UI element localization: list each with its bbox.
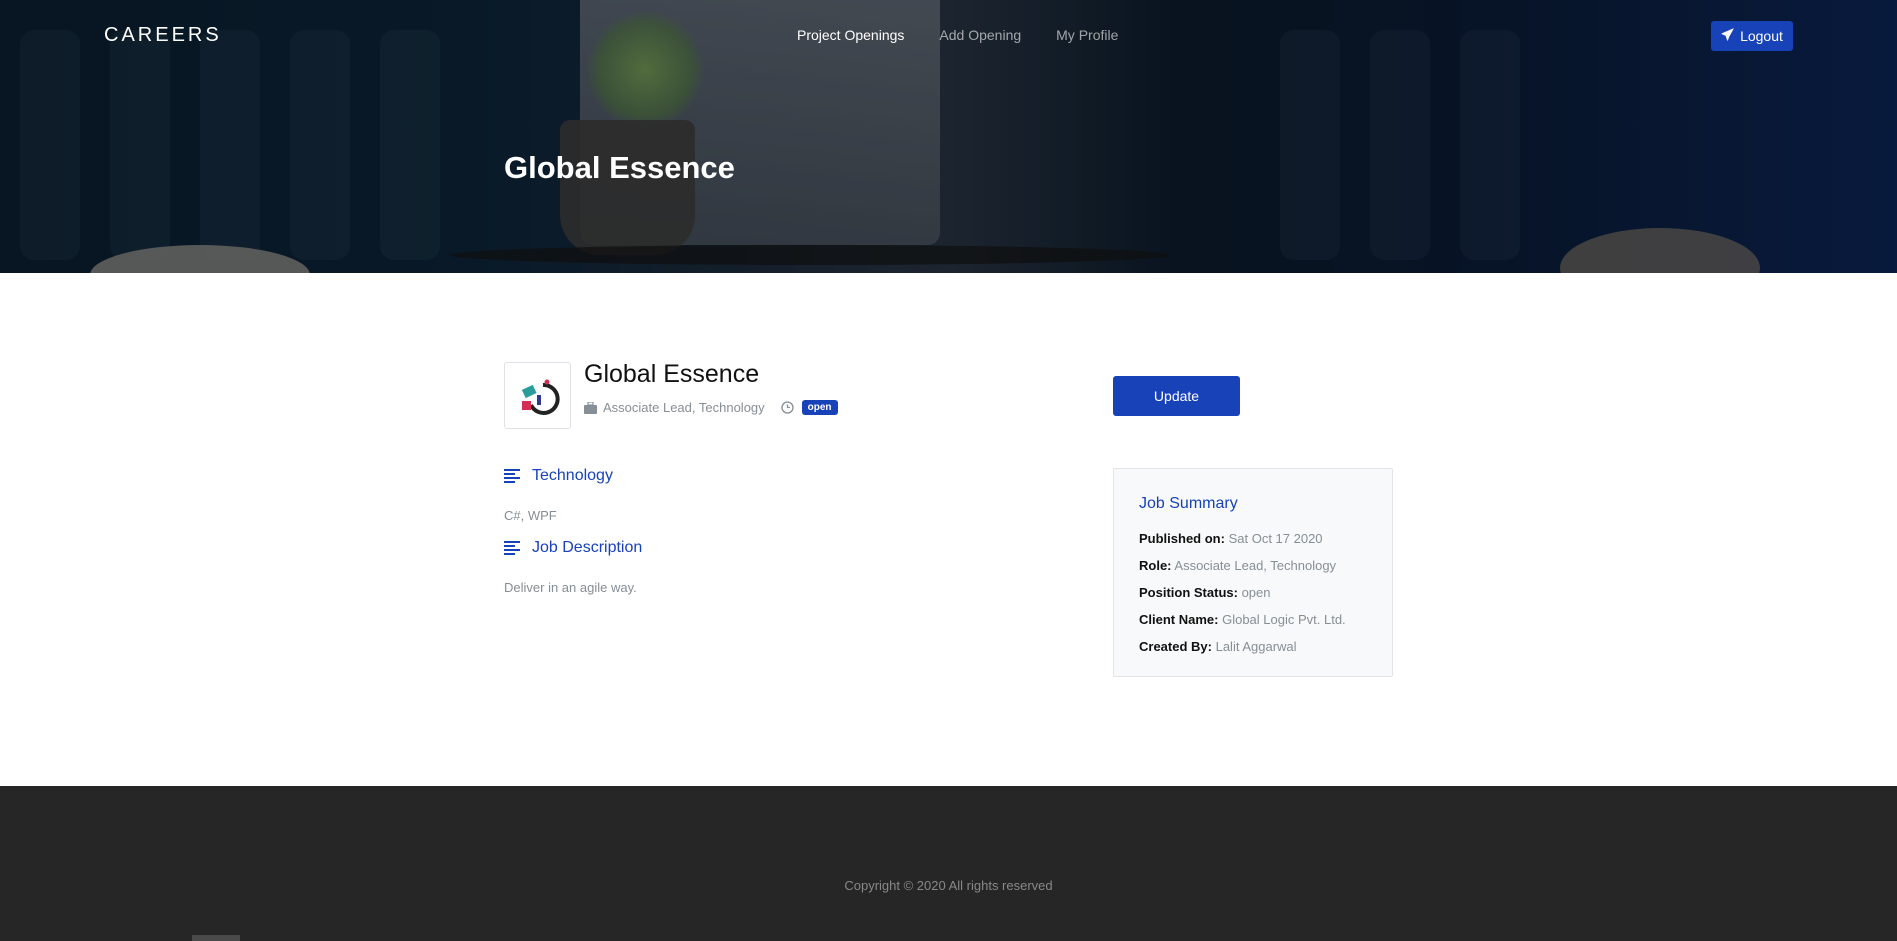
page-title: Global Essence [504, 150, 735, 185]
section-technology-heading: Technology [504, 467, 613, 485]
logout-label: Logout [1740, 28, 1783, 44]
section-technology-title: Technology [532, 467, 613, 484]
logout-button[interactable]: Logout [1711, 21, 1793, 51]
nav-add-opening[interactable]: Add Opening [939, 27, 1021, 43]
nav-my-profile[interactable]: My Profile [1056, 27, 1118, 43]
clock-icon [781, 401, 794, 414]
job-summary-title: Job Summary [1139, 495, 1238, 512]
brand-logo[interactable]: CAREERS [104, 24, 222, 47]
update-button[interactable]: Update [1113, 376, 1240, 416]
summary-row-role: Role: Associate Lead, Technology [1139, 558, 1337, 573]
job-summary-card: Job Summary Published on: Sat Oct 17 202… [1113, 468, 1393, 677]
section-job-description-heading: Job Description [504, 539, 642, 557]
paper-plane-icon [1721, 28, 1734, 44]
hero-banner: CAREERS Project Openings Add Opening My … [0, 0, 1897, 273]
copyright-text: Copyright © 2020 All rights reserved [844, 878, 1053, 893]
summary-row-published: Published on: Sat Oct 17 2020 [1139, 531, 1323, 546]
summary-row-client: Client Name: Global Logic Pvt. Ltd. [1139, 612, 1346, 627]
status-badge: open [801, 400, 838, 415]
company-logo [504, 362, 571, 429]
scroll-handle[interactable] [192, 935, 240, 941]
section-job-description-title: Job Description [532, 539, 643, 556]
align-left-icon [504, 469, 520, 483]
section-job-description-text: Deliver in an agile way. [504, 580, 637, 595]
job-title: Global Essence [584, 360, 760, 388]
site-footer: Copyright © 2020 All rights reserved [0, 786, 1897, 941]
job-role: Associate Lead, Technology [603, 400, 765, 415]
summary-row-created-by: Created By: Lalit Aggarwal [1139, 639, 1297, 654]
align-left-icon [504, 541, 520, 555]
summary-row-status: Position Status: open [1139, 585, 1271, 600]
section-technology-text: C#, WPF [504, 508, 557, 523]
briefcase-icon [584, 401, 597, 414]
job-meta: Associate Lead, Technology open [584, 400, 838, 415]
main-nav: Project Openings Add Opening My Profile [797, 27, 1118, 43]
nav-project-openings[interactable]: Project Openings [797, 27, 904, 43]
